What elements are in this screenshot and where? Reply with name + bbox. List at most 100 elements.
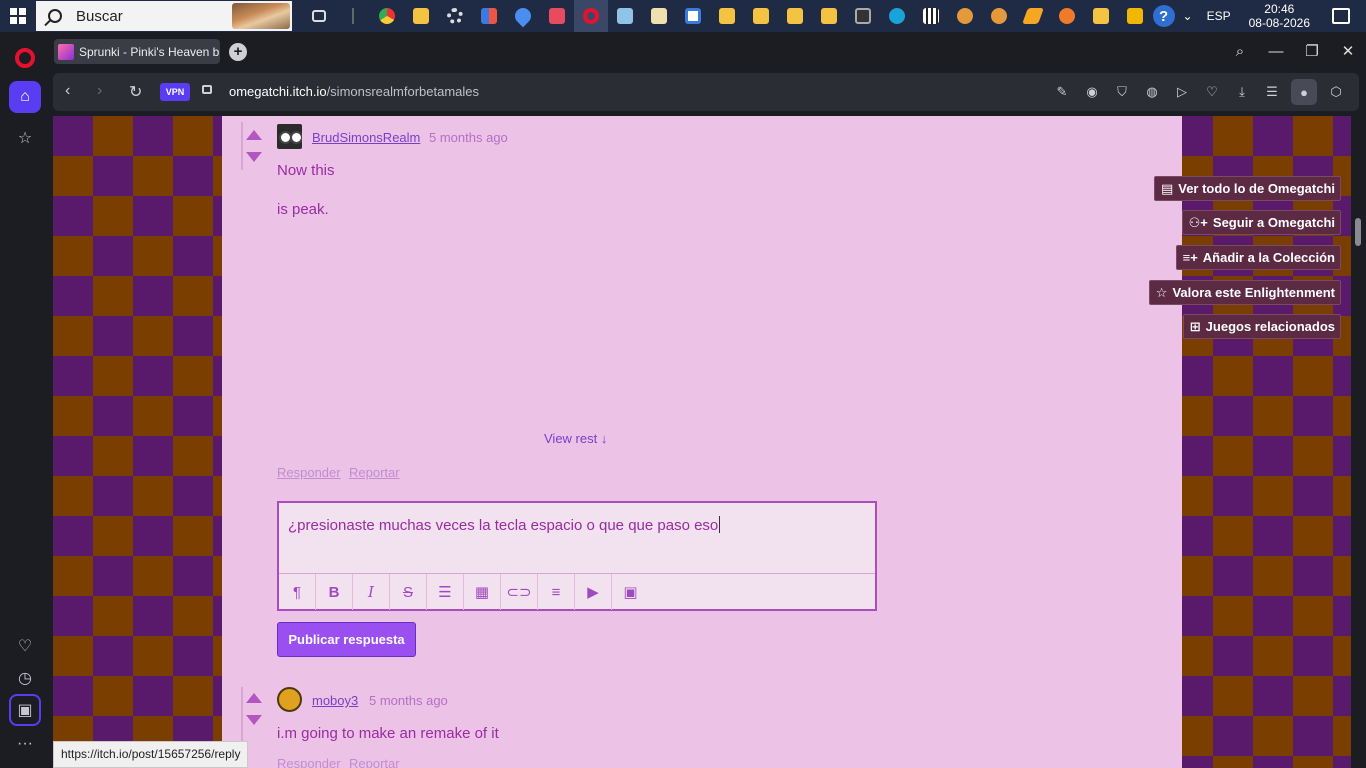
start-button[interactable] [0, 0, 36, 32]
view-all-button[interactable]: ▤ Ver todo lo de Omegatchi [1153, 176, 1341, 201]
rate-label: Valora este Enlightenment [1172, 285, 1335, 300]
play-icon[interactable]: ▷ [1167, 84, 1197, 100]
downvote-arrow-icon[interactable] [246, 715, 262, 725]
report-link[interactable]: Reportar [349, 465, 400, 480]
scrollbar-thumb[interactable] [1355, 218, 1361, 246]
downvote-arrow-icon[interactable] [246, 152, 262, 162]
upvote-arrow-icon[interactable] [246, 130, 262, 140]
image-icon[interactable]: ▣ [612, 574, 649, 610]
folder-icon[interactable] [1084, 0, 1118, 32]
home-icon[interactable]: ⌂ [9, 81, 41, 113]
view-rest-link[interactable]: View rest ↓ [544, 431, 607, 446]
bullet-list-icon[interactable]: ☰ [427, 574, 464, 610]
reply-editor[interactable]: ¿presionaste muchas veces la tecla espac… [277, 501, 877, 611]
task-view-icon[interactable] [302, 0, 336, 32]
related-games-button[interactable]: ⊞ Juegos relacionados [1182, 314, 1341, 339]
store-icon: ▤ [1160, 180, 1174, 196]
reply-text-input[interactable]: ¿presionaste muchas veces la tecla espac… [288, 516, 721, 534]
comment-author[interactable]: moboy3 [312, 693, 358, 708]
fox-app-icon[interactable] [1050, 0, 1084, 32]
add-to-collection-button[interactable]: ≡+ Añadir a la Colección [1175, 245, 1341, 270]
chrome-icon[interactable] [370, 0, 404, 32]
cube-icon[interactable]: ⬡ [1321, 84, 1351, 100]
star-icon[interactable]: ☆ [9, 122, 41, 154]
folder-icon[interactable] [778, 0, 812, 32]
qr-icon[interactable] [914, 0, 948, 32]
settings-icon[interactable] [438, 0, 472, 32]
app-grid-icon[interactable] [676, 0, 710, 32]
yellow-app-icon[interactable] [1118, 0, 1152, 32]
clock[interactable]: 20:46 08-08-2026 [1249, 2, 1310, 30]
table-icon[interactable]: ▦ [464, 574, 501, 610]
restore-icon[interactable]: ❐ [1294, 42, 1330, 60]
minimize-icon[interactable]: — [1258, 43, 1294, 60]
strikethrough-icon[interactable]: S [390, 574, 427, 610]
publish-reply-button[interactable]: Publicar respuesta [277, 622, 416, 657]
rate-button[interactable]: ☆ Valora este Enlightenment [1148, 280, 1341, 305]
red-app-icon[interactable] [540, 0, 574, 32]
lock-icon[interactable] [202, 85, 212, 94]
comment-time[interactable]: 5 months ago [429, 130, 508, 145]
upvote-arrow-icon[interactable] [246, 693, 262, 703]
tab-strip: Sprunki - Pinki's Heaven b + ⌕ — ❐ ✕ [50, 32, 1366, 70]
status-url-tooltip: https://itch.io/post/15657256/reply [53, 741, 249, 768]
orange-app-icon[interactable] [1016, 0, 1050, 32]
edit-icon[interactable]: ✎ [1047, 84, 1077, 100]
download-icon[interactable]: ⤓ [1227, 84, 1257, 100]
folder-icon[interactable] [744, 0, 778, 32]
page-scrollbar[interactable] [1351, 116, 1366, 768]
menu-lines-icon[interactable]: ☰ [1257, 84, 1287, 100]
taskbar-search[interactable]: Buscar [36, 1, 292, 31]
language-indicator[interactable]: ESP [1207, 9, 1231, 23]
video-icon[interactable]: ▶ [575, 574, 612, 610]
git-icon[interactable] [472, 0, 506, 32]
forward-icon[interactable]: › [97, 82, 102, 100]
opera-logo-icon[interactable] [15, 48, 35, 68]
avatar[interactable] [277, 124, 302, 149]
comment-time[interactable]: 5 months ago [369, 693, 448, 708]
terminal-icon[interactable] [846, 0, 880, 32]
reply-link[interactable]: Responder [277, 465, 341, 480]
chevron-up-icon[interactable]: ⌄ [1183, 9, 1193, 23]
url-field[interactable]: omegatchi.itch.io/simonsrealmforbetamale… [229, 84, 479, 99]
translate-icon[interactable]: ◍ [1137, 84, 1167, 100]
game-cat-icon[interactable] [948, 0, 982, 32]
new-tab-plus-icon[interactable]: + [229, 43, 247, 61]
back-icon[interactable]: ‹ [65, 82, 70, 100]
paragraph-icon[interactable]: ¶ [279, 574, 316, 610]
editor-icon[interactable] [642, 0, 676, 32]
notification-icon[interactable] [1332, 8, 1350, 24]
gift-icon[interactable]: ▣ [9, 694, 41, 726]
folder-icon[interactable] [710, 0, 744, 32]
cyan-app-icon[interactable] [880, 0, 914, 32]
help-icon[interactable]: ? [1152, 5, 1175, 27]
follow-button[interactable]: ⚇+ Seguir a Omegatchi [1181, 210, 1341, 235]
game-cat-icon[interactable] [982, 0, 1016, 32]
heart-icon[interactable]: ♡ [9, 630, 41, 662]
link-icon[interactable]: ⊂⊃ [501, 574, 538, 610]
align-icon[interactable]: ≡ [538, 574, 575, 610]
tab-active[interactable]: Sprunki - Pinki's Heaven b [54, 39, 220, 64]
italic-icon[interactable]: I [353, 574, 390, 610]
report-link[interactable]: Reportar [349, 756, 400, 768]
shield-icon[interactable]: ⛉ [1107, 84, 1137, 100]
history-clock-icon[interactable]: ◷ [9, 662, 41, 694]
profile-icon[interactable]: ● [1291, 79, 1317, 105]
more-icon[interactable]: ··· [9, 728, 41, 760]
reload-icon[interactable]: ↻ [129, 82, 142, 102]
close-icon[interactable]: ✕ [1330, 42, 1366, 60]
drop-app-icon[interactable] [506, 0, 540, 32]
reply-link[interactable]: Responder [277, 756, 341, 768]
opera-taskbar-icon[interactable] [574, 0, 608, 32]
bold-icon[interactable]: B [316, 574, 353, 610]
camera-icon[interactable]: ◉ [1077, 84, 1107, 100]
folder-icon[interactable] [812, 0, 846, 32]
avatar[interactable] [277, 687, 302, 712]
tab-search-icon[interactable]: ⌕ [1222, 43, 1258, 60]
address-row: ‹ › ↻ VPN omegatchi.itch.io/simonsrealmf… [50, 70, 1366, 114]
notes-icon[interactable] [608, 0, 642, 32]
heart-outline-icon[interactable]: ♡ [1197, 84, 1227, 100]
file-explorer-icon[interactable] [404, 0, 438, 32]
vpn-badge[interactable]: VPN [160, 83, 190, 101]
comment-author[interactable]: BrudSimonsRealm [312, 130, 420, 145]
